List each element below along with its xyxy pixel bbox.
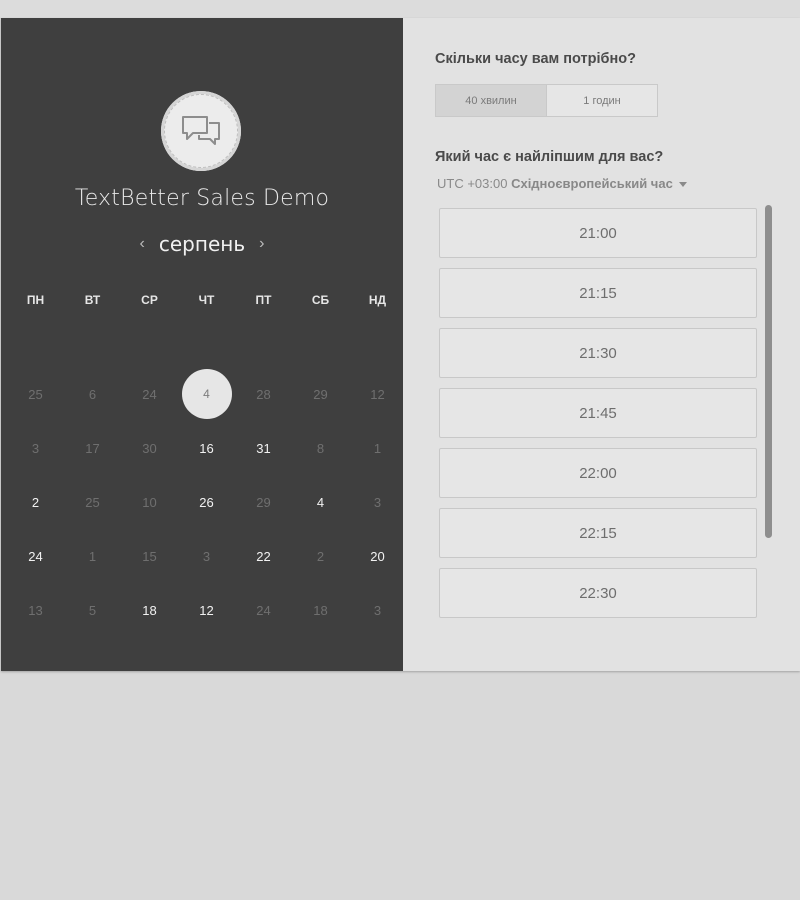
calendar-day: 6: [88, 386, 97, 402]
calendar-day-available[interactable]: 2: [7, 475, 64, 529]
booking-panel: TextBetter Sales Demo ‹ серпень › ПН ВТ …: [1, 18, 800, 671]
avatar: [161, 91, 241, 171]
weekday-label: ЧТ: [198, 293, 215, 307]
time-slot-button[interactable]: 21:00: [439, 208, 757, 258]
calendar-day: 10: [142, 494, 157, 510]
calendar-day-available[interactable]: 12: [178, 583, 235, 637]
calendar-day: 3: [373, 602, 382, 618]
calendar-sidebar: TextBetter Sales Demo ‹ серпень › ПН ВТ …: [1, 18, 403, 671]
scheduler-panel: Скільки часу вам потрібно? 40 хвилин 1 г…: [403, 18, 800, 671]
timezone-offset: UTC +03:00: [437, 176, 508, 191]
top-bar: [0, 0, 800, 19]
calendar-day: 1: [88, 548, 97, 564]
time-slot-button[interactable]: 22:30: [439, 568, 757, 618]
calendar-day: 2: [316, 548, 325, 564]
month-navigator: ‹ серпень ›: [1, 232, 403, 256]
timezone-name: Східноєвропейський час: [511, 176, 673, 191]
calendar-day: 18: [313, 602, 328, 618]
calendar-day: 25: [28, 386, 43, 402]
calendar-day-available[interactable]: 18: [121, 583, 178, 637]
calendar-day: 13: [28, 602, 43, 618]
weekday-label: СР: [141, 293, 158, 307]
time-slot-button[interactable]: 22:00: [439, 448, 757, 498]
duration-option-1-hour[interactable]: 1 годин: [547, 85, 657, 116]
calendar-day: 30: [142, 440, 157, 456]
chat-bubbles-icon: [182, 116, 220, 145]
timezone-dropdown[interactable]: UTC +03:00 Східноєвропейський час: [437, 176, 687, 191]
calendar-day-available[interactable]: 31: [235, 421, 292, 475]
calendar-day: 15: [142, 548, 157, 564]
calendar-day-available[interactable]: 4: [292, 475, 349, 529]
duration-option-40-min[interactable]: 40 хвилин: [436, 85, 547, 116]
calendar-day: 29: [256, 494, 271, 510]
weekday-label: ПН: [26, 293, 45, 307]
calendar-day: 17: [85, 440, 100, 456]
month-label: серпень: [158, 232, 246, 256]
calendar-day: 24: [256, 602, 271, 618]
calendar-day: 3: [202, 548, 211, 564]
duration-question: Скільки часу вам потрібно?: [435, 51, 636, 67]
calendar-day: 29: [313, 386, 328, 402]
calendar-day-available[interactable]: 24: [7, 529, 64, 583]
calendar-day-available[interactable]: 16: [178, 421, 235, 475]
event-title: TextBetter Sales Demo: [74, 186, 330, 211]
next-month-icon[interactable]: ›: [259, 236, 264, 252]
calendar-day-available[interactable]: 20: [349, 529, 406, 583]
time-slot-button[interactable]: 21:15: [439, 268, 757, 318]
weekday-label: ВТ: [84, 293, 101, 307]
calendar-day-selected[interactable]: 4: [178, 367, 235, 421]
time-slot-button[interactable]: 22:15: [439, 508, 757, 558]
duration-toggle: 40 хвилин 1 годин: [435, 84, 658, 117]
time-slot-button[interactable]: 21:45: [439, 388, 757, 438]
calendar-day: 25: [85, 494, 100, 510]
weekday-label: ПТ: [255, 293, 272, 307]
time-question: Який час є найліпшим для вас?: [435, 149, 664, 165]
weekday-label: НД: [368, 293, 387, 307]
calendar-day-available[interactable]: 22: [235, 529, 292, 583]
calendar-day: 3: [373, 494, 382, 510]
weekday-header: ПН ВТ СР ЧТ ПТ СБ НД: [7, 293, 407, 307]
calendar-day: 24: [142, 386, 157, 402]
time-slot-list: 21:00 21:15 21:30 21:45 22:00 22:15 22:3…: [439, 208, 759, 624]
calendar-day: 12: [370, 386, 385, 402]
caret-down-icon: [678, 182, 687, 188]
calendar-day: 5: [88, 602, 97, 618]
slot-list-scrollbar[interactable]: [765, 205, 772, 538]
calendar-day: 28: [256, 386, 271, 402]
calendar-day: 3: [31, 440, 40, 456]
calendar-day: 1: [373, 440, 382, 456]
weekday-label: СБ: [311, 293, 330, 307]
calendar-day-available[interactable]: 26: [178, 475, 235, 529]
calendar-day: 8: [316, 440, 325, 456]
calendar-grid: 25 6 24 4 28 29 12 3 17 30 16 31 8 1 2 2…: [7, 367, 407, 637]
selected-day-label: 4: [181, 369, 232, 419]
time-slot-button[interactable]: 21:30: [439, 328, 757, 378]
previous-month-icon[interactable]: ‹: [140, 236, 145, 252]
